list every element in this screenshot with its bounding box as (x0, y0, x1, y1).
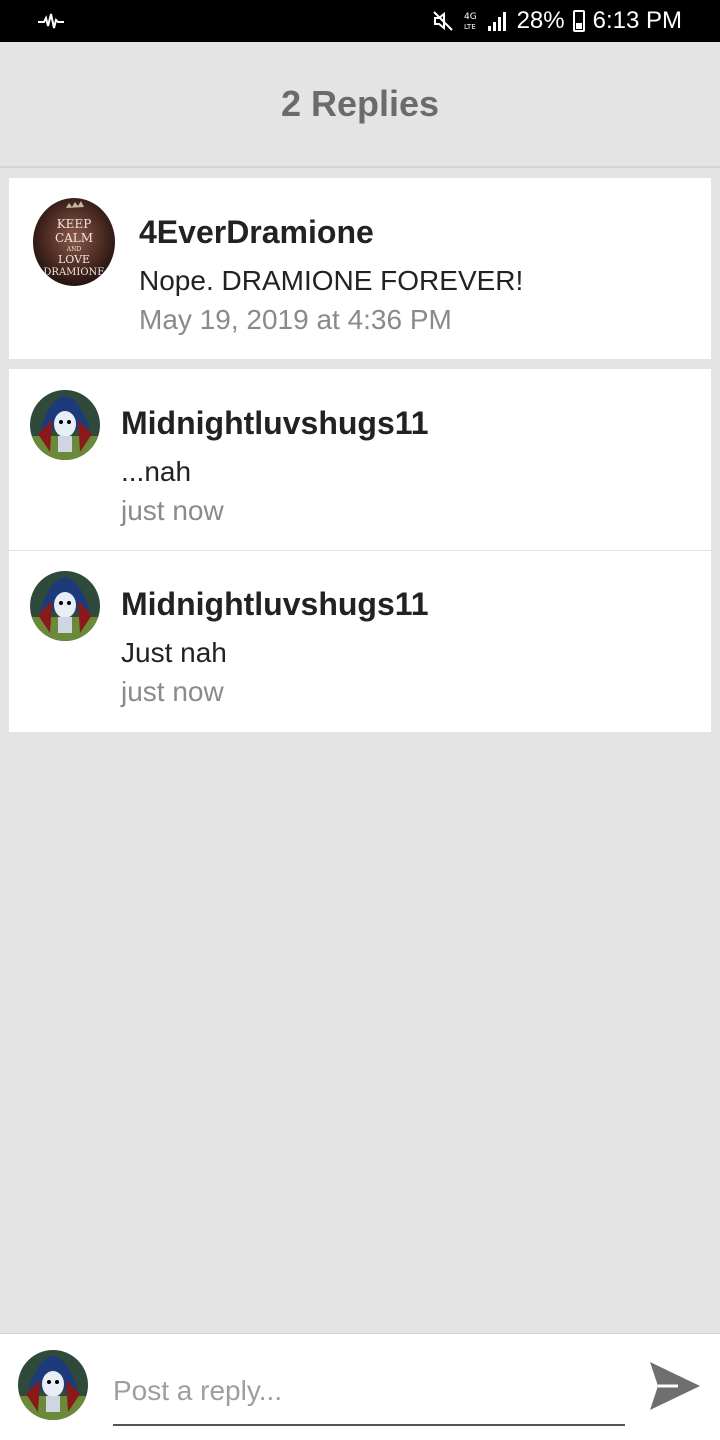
reply-card: KEEP CALM AND LOVE DRAMIONE 4EverDramion… (9, 178, 711, 359)
status-bar: 4G LTE 28% 6:13 PM (0, 0, 720, 42)
status-icons: 4G LTE 28% 6:13 PM (431, 0, 682, 42)
avatar-text: LOVE (58, 253, 90, 266)
reply-card: Midnightluvshugs11 ...nah just now Midni… (9, 369, 711, 732)
waveform-icon (38, 13, 64, 29)
send-button[interactable] (648, 1360, 702, 1412)
header: 2 Replies (0, 42, 720, 168)
avatar[interactable]: KEEP CALM AND LOVE DRAMIONE (33, 198, 115, 286)
reply-timestamp: May 19, 2019 at 4:36 PM (139, 304, 452, 335)
reply-text: Just nah (121, 637, 227, 668)
svg-text:LTE: LTE (464, 23, 476, 31)
avatar[interactable] (30, 390, 100, 460)
signal-icon (487, 12, 506, 31)
reply-username[interactable]: Midnightluvshugs11 (121, 586, 429, 623)
reply-timestamp: just now (121, 676, 224, 707)
mute-icon (432, 11, 453, 31)
page-title: 2 Replies (280, 83, 440, 124)
battery-icon (572, 10, 585, 32)
reply-username[interactable]: 4EverDramione (139, 214, 374, 251)
reply-text: ...nah (121, 456, 192, 487)
reply-composer (0, 1333, 720, 1440)
reply-item[interactable]: Midnightluvshugs11 Just nah just now (9, 550, 711, 731)
avatar-text: AND (66, 246, 82, 253)
svg-text:4G: 4G (464, 12, 477, 22)
battery-percent: 28% (516, 7, 565, 34)
send-icon (650, 1362, 700, 1410)
reply-input[interactable] (113, 1358, 625, 1426)
network-4g-icon: 4G LTE (464, 12, 477, 31)
clock: 6:13 PM (592, 7, 682, 34)
reply-username[interactable]: Midnightluvshugs11 (121, 405, 429, 442)
reply-text: Nope. DRAMIONE FOREVER! (139, 265, 524, 296)
reply-item[interactable]: Midnightluvshugs11 ...nah just now (9, 369, 711, 550)
reply-item[interactable]: KEEP CALM AND LOVE DRAMIONE 4EverDramion… (9, 178, 711, 359)
avatar[interactable] (30, 571, 100, 641)
avatar-text: CALM (55, 231, 93, 245)
reply-timestamp: just now (121, 495, 224, 526)
current-user-avatar[interactable] (18, 1350, 88, 1420)
avatar-text: KEEP (57, 217, 92, 231)
avatar-text: DRAMIONE (43, 267, 104, 278)
